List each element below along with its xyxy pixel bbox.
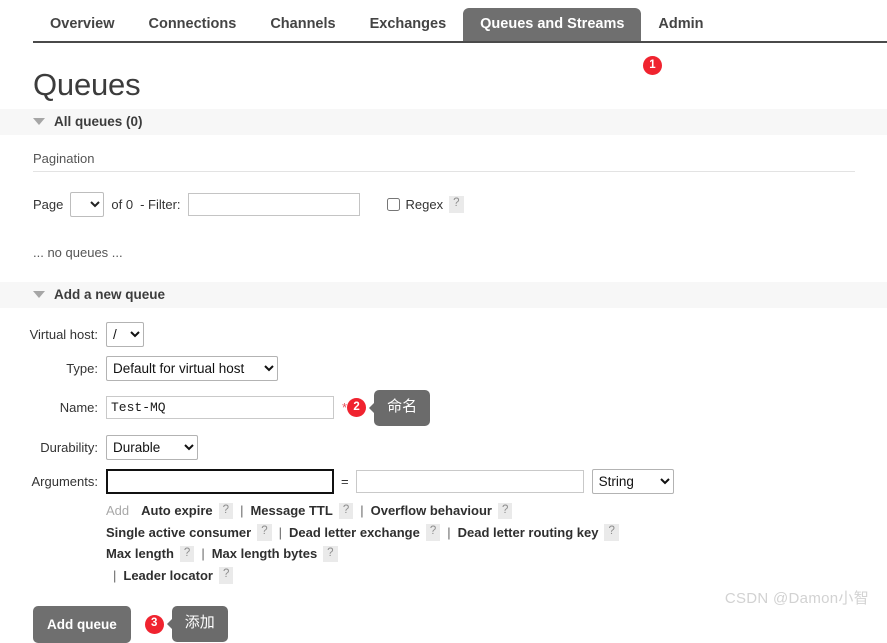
preset-line-1: Add Auto expire ? | Message TTL ? | Over… <box>106 503 887 520</box>
chevron-down-icon <box>33 291 45 298</box>
chevron-down-icon <box>33 118 45 125</box>
argument-value-input[interactable] <box>356 470 584 493</box>
regex-group: Regex ? <box>387 196 464 213</box>
single-active-consumer-help-icon[interactable]: ? <box>257 524 271 541</box>
preset-auto-expire[interactable]: Auto expire <box>141 503 213 518</box>
preset-max-length-bytes[interactable]: Max length bytes <box>212 546 317 561</box>
preset-dead-letter-routing-key[interactable]: Dead letter routing key <box>458 525 599 540</box>
field-row-name: Name: * 2 命名 <box>0 390 887 426</box>
field-row-arguments: Arguments: = String <box>0 469 887 494</box>
preset-leader-locator[interactable]: Leader locator <box>123 568 213 583</box>
durability-label: Durability: <box>0 440 106 455</box>
tab-connections[interactable]: Connections <box>132 8 254 42</box>
section-all-queues-label: All queues (0) <box>54 114 143 129</box>
main-navigation: Overview Connections Channels Exchanges … <box>0 0 887 41</box>
preset-single-active-consumer[interactable]: Single active consumer <box>106 525 251 540</box>
preset-separator: | <box>360 503 363 518</box>
tab-overview[interactable]: Overview <box>33 8 132 42</box>
preset-separator: | <box>240 503 243 518</box>
preset-separator: | <box>113 568 116 583</box>
dead-letter-exchange-help-icon[interactable]: ? <box>426 524 440 541</box>
nav-divider <box>33 41 887 43</box>
regex-label: Regex <box>406 197 444 212</box>
arguments-label: Arguments: <box>0 474 106 489</box>
filter-label: - Filter: <box>140 197 180 212</box>
preset-line-3: Max length ? | Max length bytes ? <box>106 546 887 563</box>
argument-key-input[interactable] <box>106 469 334 494</box>
auto-expire-help-icon[interactable]: ? <box>219 503 233 520</box>
annotation-badge-1: 1 <box>643 56 662 75</box>
page-title: Queues <box>33 67 887 103</box>
annotation-callout-2: 命名 <box>374 390 430 426</box>
overflow-behaviour-help-icon[interactable]: ? <box>498 503 512 520</box>
empty-state-text: ... no queues ... <box>33 245 887 260</box>
type-label: Type: <box>0 361 106 376</box>
arguments-equals-sign: = <box>341 474 349 489</box>
argument-presets: Add Auto expire ? | Message TTL ? | Over… <box>106 503 887 584</box>
section-add-queue-header[interactable]: Add a new queue <box>0 282 887 308</box>
preset-separator: | <box>279 525 282 540</box>
preset-line-2: Single active consumer ? | Dead letter e… <box>106 524 887 541</box>
preset-line-4: | Leader locator ? <box>106 567 887 584</box>
submit-row: Add queue 3 添加 <box>33 606 887 643</box>
field-row-type: Type: Default for virtual host <box>0 356 887 381</box>
pagination-label: Pagination <box>33 151 855 172</box>
field-row-virtual-host: Virtual host: / <box>0 322 887 347</box>
page-label: Page <box>33 197 63 212</box>
message-ttl-help-icon[interactable]: ? <box>339 503 353 520</box>
preset-dead-letter-exchange[interactable]: Dead letter exchange <box>289 525 420 540</box>
watermark: CSDN @Damon小智 <box>725 587 869 608</box>
virtual-host-select[interactable]: / <box>106 322 144 347</box>
preset-max-length[interactable]: Max length <box>106 546 174 561</box>
tab-admin[interactable]: Admin <box>641 8 720 42</box>
max-length-bytes-help-icon[interactable]: ? <box>323 546 337 563</box>
pagination-controls: Page of 0 - Filter: Regex ? <box>33 192 887 217</box>
pagination-section: Pagination Page of 0 - Filter: Regex ? <box>33 151 887 217</box>
preset-overflow-behaviour[interactable]: Overflow behaviour <box>371 503 492 518</box>
regex-help-icon[interactable]: ? <box>449 196 463 213</box>
section-add-queue-label: Add a new queue <box>54 287 165 302</box>
page-select[interactable] <box>70 192 104 217</box>
preset-separator: | <box>201 546 204 561</box>
tab-channels[interactable]: Channels <box>253 8 352 42</box>
durability-select[interactable]: Durable <box>106 435 198 460</box>
max-length-help-icon[interactable]: ? <box>180 546 194 563</box>
dead-letter-routing-key-help-icon[interactable]: ? <box>604 524 618 541</box>
preset-separator: | <box>447 525 450 540</box>
field-row-durability: Durability: Durable <box>0 435 887 460</box>
annotation-badge-3: 3 <box>145 615 164 634</box>
virtual-host-label: Virtual host: <box>0 327 106 342</box>
name-label: Name: <box>0 400 106 415</box>
tab-queues-and-streams[interactable]: Queues and Streams <box>463 8 641 42</box>
page-total-label: of 0 <box>111 197 133 212</box>
annotation-badge-2: 2 <box>347 398 366 417</box>
section-all-queues-header[interactable]: All queues (0) <box>0 109 887 135</box>
argument-type-select[interactable]: String <box>592 469 674 494</box>
tab-exchanges[interactable]: Exchanges <box>353 8 464 42</box>
preset-message-ttl[interactable]: Message TTL <box>250 503 332 518</box>
filter-input[interactable] <box>188 193 360 216</box>
regex-checkbox[interactable] <box>387 198 400 211</box>
name-input[interactable] <box>106 396 334 419</box>
add-queue-button[interactable]: Add queue <box>33 606 131 643</box>
add-argument-button[interactable]: Add <box>106 503 129 518</box>
annotation-callout-3: 添加 <box>172 606 228 642</box>
type-select[interactable]: Default for virtual host <box>106 356 278 381</box>
nav-tabs: Overview Connections Channels Exchanges … <box>33 0 887 41</box>
leader-locator-help-icon[interactable]: ? <box>219 567 233 584</box>
